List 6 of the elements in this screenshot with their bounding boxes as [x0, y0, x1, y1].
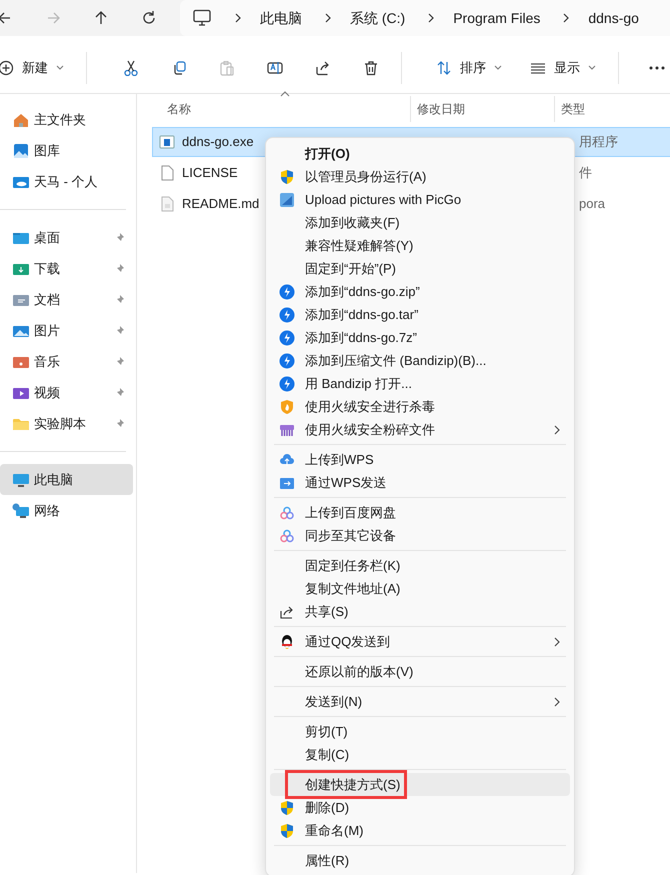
file-name: LICENSE [182, 164, 238, 182]
file-type: 用程序 [579, 133, 618, 152]
file-type: pora [579, 195, 606, 214]
file-name: ddns-go.exe [182, 133, 254, 152]
file-type: 件 [579, 164, 592, 182]
file-name: README.md [182, 195, 260, 214]
